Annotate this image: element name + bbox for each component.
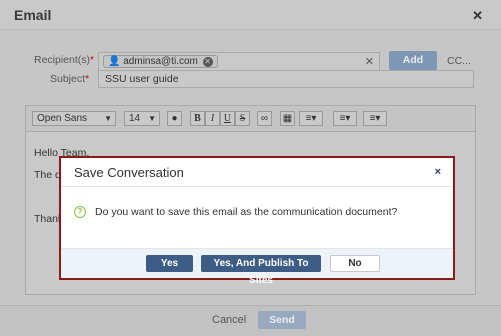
dialog-footer: Yes Yes, And Publish To Sites No — [61, 248, 453, 286]
cancel-button[interactable]: Cancel — [212, 314, 246, 326]
subject-field[interactable]: SSU user guide — [98, 70, 474, 88]
close-icon[interactable]: ✕ — [472, 8, 483, 24]
clear-recipients-icon[interactable]: ✕ — [365, 55, 374, 68]
send-button[interactable]: Send — [258, 311, 306, 329]
yes-publish-button[interactable]: Yes, And Publish To Sites — [201, 255, 321, 286]
numbered-list-icon[interactable]: ≡▾ — [333, 111, 357, 126]
chevron-down-icon: ▼ — [104, 114, 112, 123]
email-footer — [0, 305, 501, 336]
save-conversation-dialog: Save Conversation × ? Do you want to sav… — [59, 156, 455, 286]
recipient-chip: 👤 adminsa@ti.com ✕ — [103, 55, 218, 68]
no-button[interactable]: No — [330, 255, 380, 272]
subject-label: Subject* — [50, 73, 90, 85]
recipients-label: Recipient(s)* — [34, 54, 95, 66]
yes-button[interactable]: Yes — [146, 255, 193, 272]
underline-button[interactable]: U — [220, 111, 235, 126]
dialog-header: Save Conversation × — [61, 158, 453, 187]
email-title: Email — [14, 7, 52, 23]
font-color-icon[interactable]: ● — [167, 111, 182, 126]
question-icon: ? — [74, 206, 86, 218]
email-header: Email ✕ — [0, 0, 501, 30]
cc-link[interactable]: CC... — [447, 55, 471, 67]
bullet-list-icon[interactable]: ≡▾ — [363, 111, 387, 126]
recipients-field[interactable]: 👤 adminsa@ti.com ✕ ✕ — [98, 52, 380, 71]
strikethrough-button[interactable]: S — [235, 111, 250, 126]
bold-button[interactable]: B — [190, 111, 205, 126]
align-icon[interactable]: ≡▾ — [299, 111, 323, 126]
font-size-select[interactable]: 14 ▼ — [124, 111, 160, 126]
image-icon[interactable]: ▦ — [280, 111, 295, 126]
editor-toolbar: Open Sans ▼ 14 ▼ ● B I U S ∞ ▦ ≡▾ ≡▾ ≡▾ — [26, 106, 475, 132]
dialog-body: ? Do you want to save this email as the … — [61, 188, 453, 248]
user-icon: 👤 — [108, 56, 121, 67]
italic-button[interactable]: I — [205, 111, 220, 126]
remove-recipient-icon[interactable]: ✕ — [202, 57, 213, 67]
dialog-title: Save Conversation — [74, 165, 184, 180]
chevron-down-icon: ▼ — [148, 114, 156, 123]
close-icon[interactable]: × — [435, 166, 441, 178]
add-button[interactable]: Add — [389, 51, 437, 70]
font-family-select[interactable]: Open Sans ▼ — [32, 111, 116, 126]
link-icon[interactable]: ∞ — [257, 111, 272, 126]
dialog-message: Do you want to save this email as the co… — [95, 206, 398, 218]
